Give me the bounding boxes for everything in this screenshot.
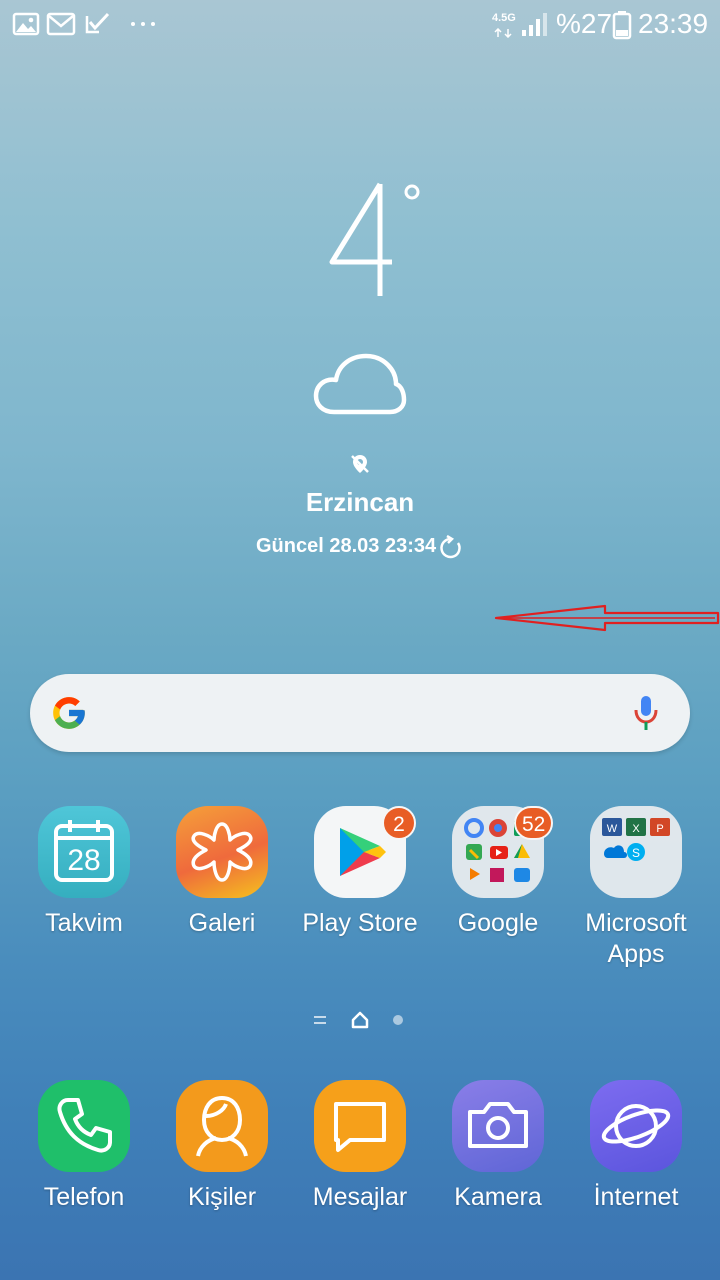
task-icon: [85, 12, 110, 34]
calendar-day: 28: [67, 844, 100, 877]
clock: 23:39: [638, 8, 709, 39]
app-label-google: Google: [457, 909, 539, 937]
data-arrows-icon: [494, 28, 512, 38]
network-type-label: 4.5G: [492, 12, 516, 24]
google-g-icon: [53, 697, 85, 729]
internet-icon: [590, 1080, 682, 1172]
svg-text:P: P: [656, 823, 663, 835]
google-search-bar[interactable]: [30, 674, 690, 752]
cloud-icon: [313, 353, 407, 415]
app-label-telefon: Telefon: [43, 1183, 125, 1211]
gallery-flower-icon: [176, 806, 268, 898]
svg-text:X: X: [632, 823, 640, 835]
app-label-internet: İnternet: [593, 1183, 679, 1211]
home-indicator-icon: [351, 1011, 369, 1029]
svg-text:S: S: [632, 846, 640, 860]
page-dot-icon: [393, 1015, 403, 1025]
gallery-icon: [12, 12, 40, 36]
phone-icon: [38, 1080, 130, 1172]
microsoft-folder-icon: W X P S: [590, 806, 682, 898]
refresh-icon[interactable]: [438, 535, 464, 561]
app-label-galeri: Galeri: [188, 909, 256, 937]
annotation-arrow: [494, 604, 720, 632]
location-off-icon: [351, 455, 369, 473]
contacts-icon: [176, 1080, 268, 1172]
page-indicator[interactable]: [300, 1008, 420, 1032]
app-label-takvim: Takvim: [45, 909, 123, 937]
more-dots-icon: [131, 22, 155, 26]
badge-play-store: 2: [382, 806, 416, 840]
temperature-display: [329, 182, 420, 296]
app-label-kamera: Kamera: [454, 1183, 542, 1211]
calendar-icon: 28: [38, 806, 130, 898]
badge-google: 52: [514, 806, 554, 840]
weather-updated-time: Güncel 28.03 23:34: [256, 535, 437, 557]
app-label-play-store: Play Store: [302, 909, 418, 937]
app-label-microsoft-line1: Microsoft: [585, 909, 687, 937]
battery-percent: %27: [556, 8, 613, 39]
weather-city: Erzincan: [305, 487, 415, 517]
app-label-microsoft-apps: Microsoft Apps: [561, 908, 711, 970]
battery-icon: [612, 11, 632, 40]
mic-icon[interactable]: [632, 694, 660, 734]
camera-icon: [452, 1080, 544, 1172]
svg-text:W: W: [607, 823, 618, 835]
email-icon: [46, 12, 76, 36]
app-label-kisiler: Kişiler: [187, 1183, 257, 1211]
menu-lines-indicator-icon: [314, 1016, 326, 1024]
status-bar[interactable]: 4.5G %27 23:39: [0, 0, 720, 48]
messages-icon: [314, 1080, 406, 1172]
app-label-microsoft-line2: Apps: [607, 940, 665, 968]
app-label-mesajlar: Mesajlar: [312, 1183, 408, 1211]
signal-icon: [522, 13, 547, 36]
